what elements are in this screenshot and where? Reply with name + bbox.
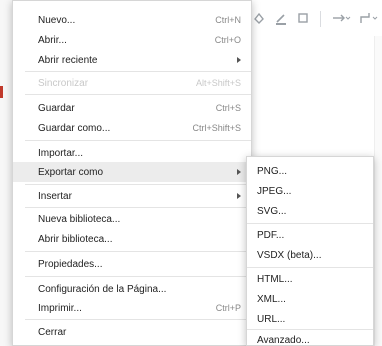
menu-divider [25, 71, 251, 72]
menu-item-abrir[interactable]: Abrir... Ctrl+O [13, 30, 251, 50]
menu-item-label: Imprimir... [38, 302, 82, 314]
menu-divider [25, 94, 251, 95]
file-menu: Nuevo... Ctrl+N Abrir... Ctrl+O Abrir re… [12, 0, 252, 346]
submenu-item-label: URL... [257, 313, 286, 325]
submenu-item-xml[interactable]: XML... [247, 289, 373, 309]
submenu-item-pdf[interactable]: PDF... [247, 225, 373, 245]
chevron-right-icon [237, 57, 241, 63]
menu-divider [25, 319, 251, 320]
submenu-item-label: JPEG... [257, 185, 292, 197]
menu-divider [25, 184, 251, 185]
menu-item-guardar-como[interactable]: Guardar como... Ctrl+Shift+S [13, 118, 251, 138]
menu-item-label: Exportar como [38, 166, 104, 178]
submenu-item-vsdx[interactable]: VSDX (beta)... [247, 245, 373, 265]
editor-canvas: Nuevo... Ctrl+N Abrir... Ctrl+O Abrir re… [0, 0, 382, 346]
menu-item-label: Guardar como... [38, 122, 111, 134]
submenu-item-url[interactable]: URL... [247, 309, 373, 329]
submenu-item-png[interactable]: PNG... [247, 161, 373, 181]
submenu-item-label: HTML... [257, 273, 293, 285]
menu-item-cerrar[interactable]: Cerrar [13, 322, 251, 342]
menu-divider [25, 207, 251, 208]
menu-item-label: Abrir biblioteca... [38, 233, 113, 245]
menu-item-shortcut: Ctrl+O [214, 35, 241, 45]
submenu-divider [247, 223, 373, 224]
submenu-item-html[interactable]: HTML... [247, 269, 373, 289]
menu-item-label: Nuevo... [38, 14, 76, 26]
menu-item-abrir-reciente[interactable]: Abrir reciente [13, 50, 251, 70]
menu-item-shortcut: Ctrl+P [215, 303, 241, 313]
menu-item-shortcut: Ctrl+S [215, 103, 241, 113]
toolbar-separator [320, 11, 321, 27]
menu-item-label: Guardar [38, 102, 75, 114]
submenu-item-label: PNG... [257, 165, 288, 177]
menu-item-guardar[interactable]: Guardar Ctrl+S [13, 98, 251, 118]
menu-item-sincronizar: Sincronizar Alt+Shift+S [13, 73, 251, 93]
menu-item-shortcut: Alt+Shift+S [195, 78, 241, 88]
connection-icon[interactable] [331, 11, 351, 28]
ruler-marker [0, 86, 3, 98]
submenu-item-avanzado[interactable]: Avanzado... [247, 330, 373, 346]
waypoints-icon[interactable] [359, 11, 379, 28]
menu-item-label: Importar... [38, 147, 84, 159]
menu-item-label: Cerrar [38, 326, 67, 338]
menu-item-insertar[interactable]: Insertar [13, 186, 251, 206]
fill-color-icon[interactable] [252, 11, 266, 28]
submenu-item-label: VSDX (beta)... [257, 249, 322, 261]
format-panel [374, 36, 382, 346]
menu-item-label: Insertar [38, 190, 72, 202]
menu-item-label: Configuración de la Página... [38, 283, 167, 295]
menu-item-label: Abrir... [38, 34, 67, 46]
menu-item-exportar-como[interactable]: Exportar como [13, 162, 251, 182]
line-color-icon[interactable] [274, 11, 288, 28]
submenu-item-label: XML... [257, 293, 286, 305]
menu-item-label: Abrir reciente [38, 54, 98, 66]
submenu-item-label: SVG... [257, 205, 287, 217]
menu-item-importar[interactable]: Importar... [13, 143, 251, 163]
format-toolbar [252, 6, 382, 32]
menu-item-shortcut: Ctrl+N [215, 15, 241, 25]
menu-divider [25, 140, 251, 141]
submenu-item-svg[interactable]: SVG... [247, 201, 373, 221]
submenu-item-label: PDF... [257, 229, 285, 241]
menu-item-configuracion-pagina[interactable]: Configuración de la Página... [13, 279, 251, 299]
menu-item-nueva-biblioteca[interactable]: Nueva biblioteca... [13, 209, 251, 229]
menu-item-imprimir[interactable]: Imprimir... Ctrl+P [13, 298, 251, 318]
menu-item-nuevo[interactable]: Nuevo... Ctrl+N [13, 10, 251, 30]
export-submenu: PNG... JPEG... SVG... PDF... VSDX (beta)… [246, 156, 374, 346]
shadow-icon[interactable] [296, 11, 310, 28]
menu-item-abrir-biblioteca[interactable]: Abrir biblioteca... [13, 229, 251, 249]
chevron-right-icon [237, 193, 241, 199]
menu-item-propiedades[interactable]: Propiedades... [13, 254, 251, 274]
submenu-divider [247, 267, 373, 268]
menu-item-label: Sincronizar [38, 77, 89, 89]
submenu-item-label: Avanzado... [257, 334, 310, 346]
chevron-right-icon [237, 169, 241, 175]
menu-item-label: Nueva biblioteca... [38, 213, 121, 225]
menu-item-label: Propiedades... [38, 258, 103, 270]
menu-divider [25, 276, 251, 277]
menu-divider [25, 251, 251, 252]
menu-item-shortcut: Ctrl+Shift+S [192, 123, 241, 133]
submenu-item-jpeg[interactable]: JPEG... [247, 181, 373, 201]
